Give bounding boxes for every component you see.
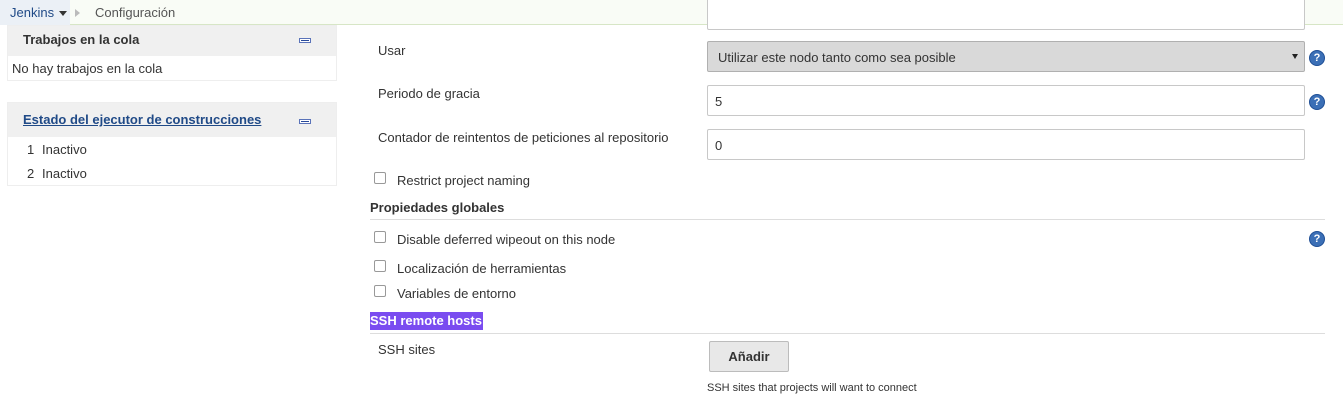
executor-number: 2 [27, 166, 35, 181]
executor-number: 1 [27, 142, 35, 157]
chevron-right-icon [75, 9, 80, 17]
build-queue-header: Trabajos en la cola [8, 26, 336, 56]
ssh-section-highlight: SSH remote hosts [370, 312, 483, 330]
disable-wipeout-checkbox[interactable] [374, 231, 386, 243]
executor-status-title-link[interactable]: Estado del ejecutor de construcciones [23, 112, 261, 127]
build-queue-title: Trabajos en la cola [23, 32, 140, 47]
build-queue-empty-text: No hay trabajos en la cola [12, 61, 163, 76]
retry-count-input[interactable]: 0 [707, 129, 1305, 160]
breadcrumb-configuracion[interactable]: Configuración [95, 5, 175, 20]
help-icon[interactable]: ? [1309, 94, 1325, 110]
executor-status: Inactivo [42, 166, 87, 181]
restrict-naming-label[interactable]: Restrict project naming [397, 173, 530, 188]
global-properties-title: Propiedades globales [370, 200, 505, 215]
retry-count-value[interactable]: 0 [715, 138, 722, 153]
executor-status-header: Estado del ejecutor de construcciones [8, 103, 336, 137]
disable-wipeout-label[interactable]: Disable deferred wipeout on this node [397, 232, 615, 247]
previous-field-box[interactable] [707, 0, 1305, 30]
env-variables-checkbox[interactable] [374, 285, 386, 297]
tool-locations-checkbox[interactable] [374, 260, 386, 272]
ssh-section-title: SSH remote hosts [370, 313, 482, 328]
env-variables-label[interactable]: Variables de entorno [397, 286, 516, 301]
usage-select-value[interactable]: Utilizar este nodo tanto como sea posibl… [718, 50, 956, 65]
collapse-icon[interactable] [299, 38, 311, 43]
collapse-icon[interactable] [299, 119, 311, 124]
tool-locations-label[interactable]: Localización de herramientas [397, 261, 566, 276]
help-icon[interactable]: ? [1309, 50, 1325, 66]
breadcrumb-jenkins-label[interactable]: Jenkins [10, 5, 54, 20]
grace-period-value[interactable]: 5 [715, 94, 722, 109]
chevron-down-icon[interactable] [1292, 54, 1298, 59]
grace-period-label: Periodo de gracia [378, 86, 480, 101]
add-ssh-site-button[interactable]: Añadir [709, 341, 789, 372]
executor-status-pane: Estado del ejecutor de construcciones 1 … [7, 102, 337, 186]
ssh-sites-description: SSH sites that projects will want to con… [707, 382, 917, 394]
help-icon[interactable]: ? [1309, 231, 1325, 247]
breadcrumb-jenkins[interactable]: Jenkins [0, 0, 70, 25]
executor-status: Inactivo [42, 142, 87, 157]
ssh-sites-label: SSH sites [378, 342, 436, 357]
retry-count-label: Contador de reintentos de peticiones al … [378, 130, 669, 145]
section-divider [370, 219, 1325, 220]
usage-label: Usar [378, 43, 406, 58]
section-divider [370, 333, 1325, 334]
grace-period-input[interactable]: 5 [707, 85, 1305, 116]
usage-select[interactable]: Utilizar este nodo tanto como sea posibl… [707, 41, 1305, 72]
restrict-naming-checkbox[interactable] [374, 172, 386, 184]
build-queue-pane: Trabajos en la cola No hay trabajos en l… [7, 25, 337, 81]
chevron-down-icon[interactable] [59, 11, 67, 16]
